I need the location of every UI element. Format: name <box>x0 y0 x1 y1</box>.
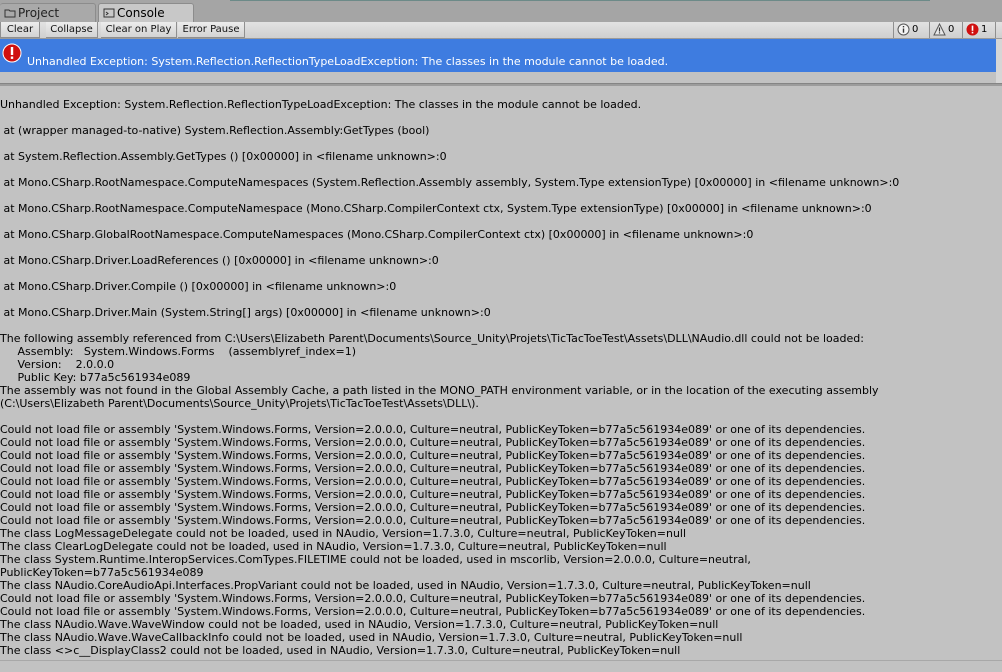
detail-bottom-divider <box>0 660 1002 661</box>
load-error-line: The class NAudio.Wave.WaveCallbackInfo c… <box>0 631 743 644</box>
stack-line: at System.Reflection.Assembly.GetTypes (… <box>0 150 447 163</box>
clear-button[interactable]: Clear <box>0 22 40 38</box>
console-toolbar: Clear Collapse Clear on Play Error Pause… <box>0 22 1002 39</box>
stack-line: at Mono.CSharp.RootNamespace.ComputeName… <box>0 202 872 215</box>
load-error-line: Could not load file or assembly 'System.… <box>0 436 866 449</box>
clear-on-play-toggle[interactable]: Clear on Play <box>101 22 177 38</box>
tab-bar-accent-line <box>230 0 930 1</box>
stack-line: at (wrapper managed-to-native) System.Re… <box>0 124 430 137</box>
stack-line: at Mono.CSharp.Driver.Compile () [0x0000… <box>0 280 397 293</box>
assembly-line: (C:\Users\Elizabeth Parent\Documents\Sou… <box>0 397 479 410</box>
console-icon <box>103 8 115 18</box>
load-error-line: Could not load file or assembly 'System.… <box>0 514 866 527</box>
tab-console[interactable]: Console <box>98 3 194 23</box>
load-error-line: Could not load file or assembly 'System.… <box>0 501 866 514</box>
load-error-line: Could not load file or assembly 'System.… <box>0 462 866 475</box>
load-error-line: The class LogMessageDelegate could not b… <box>0 527 687 540</box>
tab-console-label: Console <box>117 6 165 20</box>
assembly-line: Version: 2.0.0.0 <box>0 358 115 371</box>
load-error-line: PublicKeyToken=b77a5c561934e089 <box>0 566 204 579</box>
info-count: 0 <box>912 24 919 35</box>
warning-icon <box>933 23 946 36</box>
warning-count: 0 <box>948 24 955 35</box>
load-error-line: The class System.Runtime.InteropServices… <box>0 553 751 566</box>
error-icon <box>966 23 979 36</box>
info-filter-toggle[interactable]: 0 <box>893 22 928 38</box>
load-error-line: The class <>c__DisplayClass2 could not b… <box>0 644 681 657</box>
load-error-line: Could not load file or assembly 'System.… <box>0 423 866 436</box>
assembly-line: Public Key: b77a5c561934e089 <box>0 371 191 384</box>
load-error-line: The class ClearLogDelegate could not be … <box>0 540 667 553</box>
assembly-line: The assembly was not found in the Global… <box>0 384 879 397</box>
load-error-line: Could not load file or assembly 'System.… <box>0 605 866 618</box>
load-error-line: Could not load file or assembly 'System.… <box>0 488 866 501</box>
folder-icon <box>4 9 16 18</box>
stack-line: at Mono.CSharp.GlobalRootNamespace.Compu… <box>0 228 754 241</box>
load-error-line: The class NAudio.CoreAudioApi.Interfaces… <box>0 579 811 592</box>
log-list-scrollbar[interactable] <box>996 39 1002 83</box>
error-icon <box>2 43 22 63</box>
stack-line: at Mono.CSharp.Driver.Main (System.Strin… <box>0 306 491 319</box>
load-error-line: Could not load file or assembly 'System.… <box>0 475 866 488</box>
tab-project-label: Project <box>18 6 60 20</box>
stack-line: at Mono.CSharp.RootNamespace.ComputeName… <box>0 176 900 189</box>
tab-project[interactable]: Project <box>0 3 96 22</box>
load-error-line: The class NAudio.Wave.WaveWindow could n… <box>0 618 719 631</box>
stack-line: at Mono.CSharp.Driver.LoadReferences () … <box>0 254 439 267</box>
collapse-toggle[interactable]: Collapse <box>46 22 98 38</box>
tab-bar: Project Console <box>0 0 1002 23</box>
error-pause-toggle[interactable]: Error Pause <box>178 22 245 38</box>
assembly-line: The following assembly referenced from C… <box>0 332 864 345</box>
info-icon <box>897 23 910 36</box>
error-count: 1 <box>981 24 988 35</box>
load-error-line: Could not load file or assembly 'System.… <box>0 449 866 462</box>
detail-header: Unhandled Exception: System.Reflection.R… <box>0 98 642 111</box>
warning-filter-toggle[interactable]: 0 <box>929 22 961 38</box>
load-error-line: Could not load file or assembly 'System.… <box>0 592 866 605</box>
log-list-empty-area <box>0 72 996 83</box>
error-filter-toggle[interactable]: 1 <box>962 22 996 38</box>
selected-log-entry[interactable]: Unhandled Exception: System.Reflection.R… <box>0 39 996 72</box>
log-entry-message: Unhandled Exception: System.Reflection.R… <box>27 55 669 68</box>
assembly-line: Assembly: System.Windows.Forms (assembly… <box>0 345 356 358</box>
